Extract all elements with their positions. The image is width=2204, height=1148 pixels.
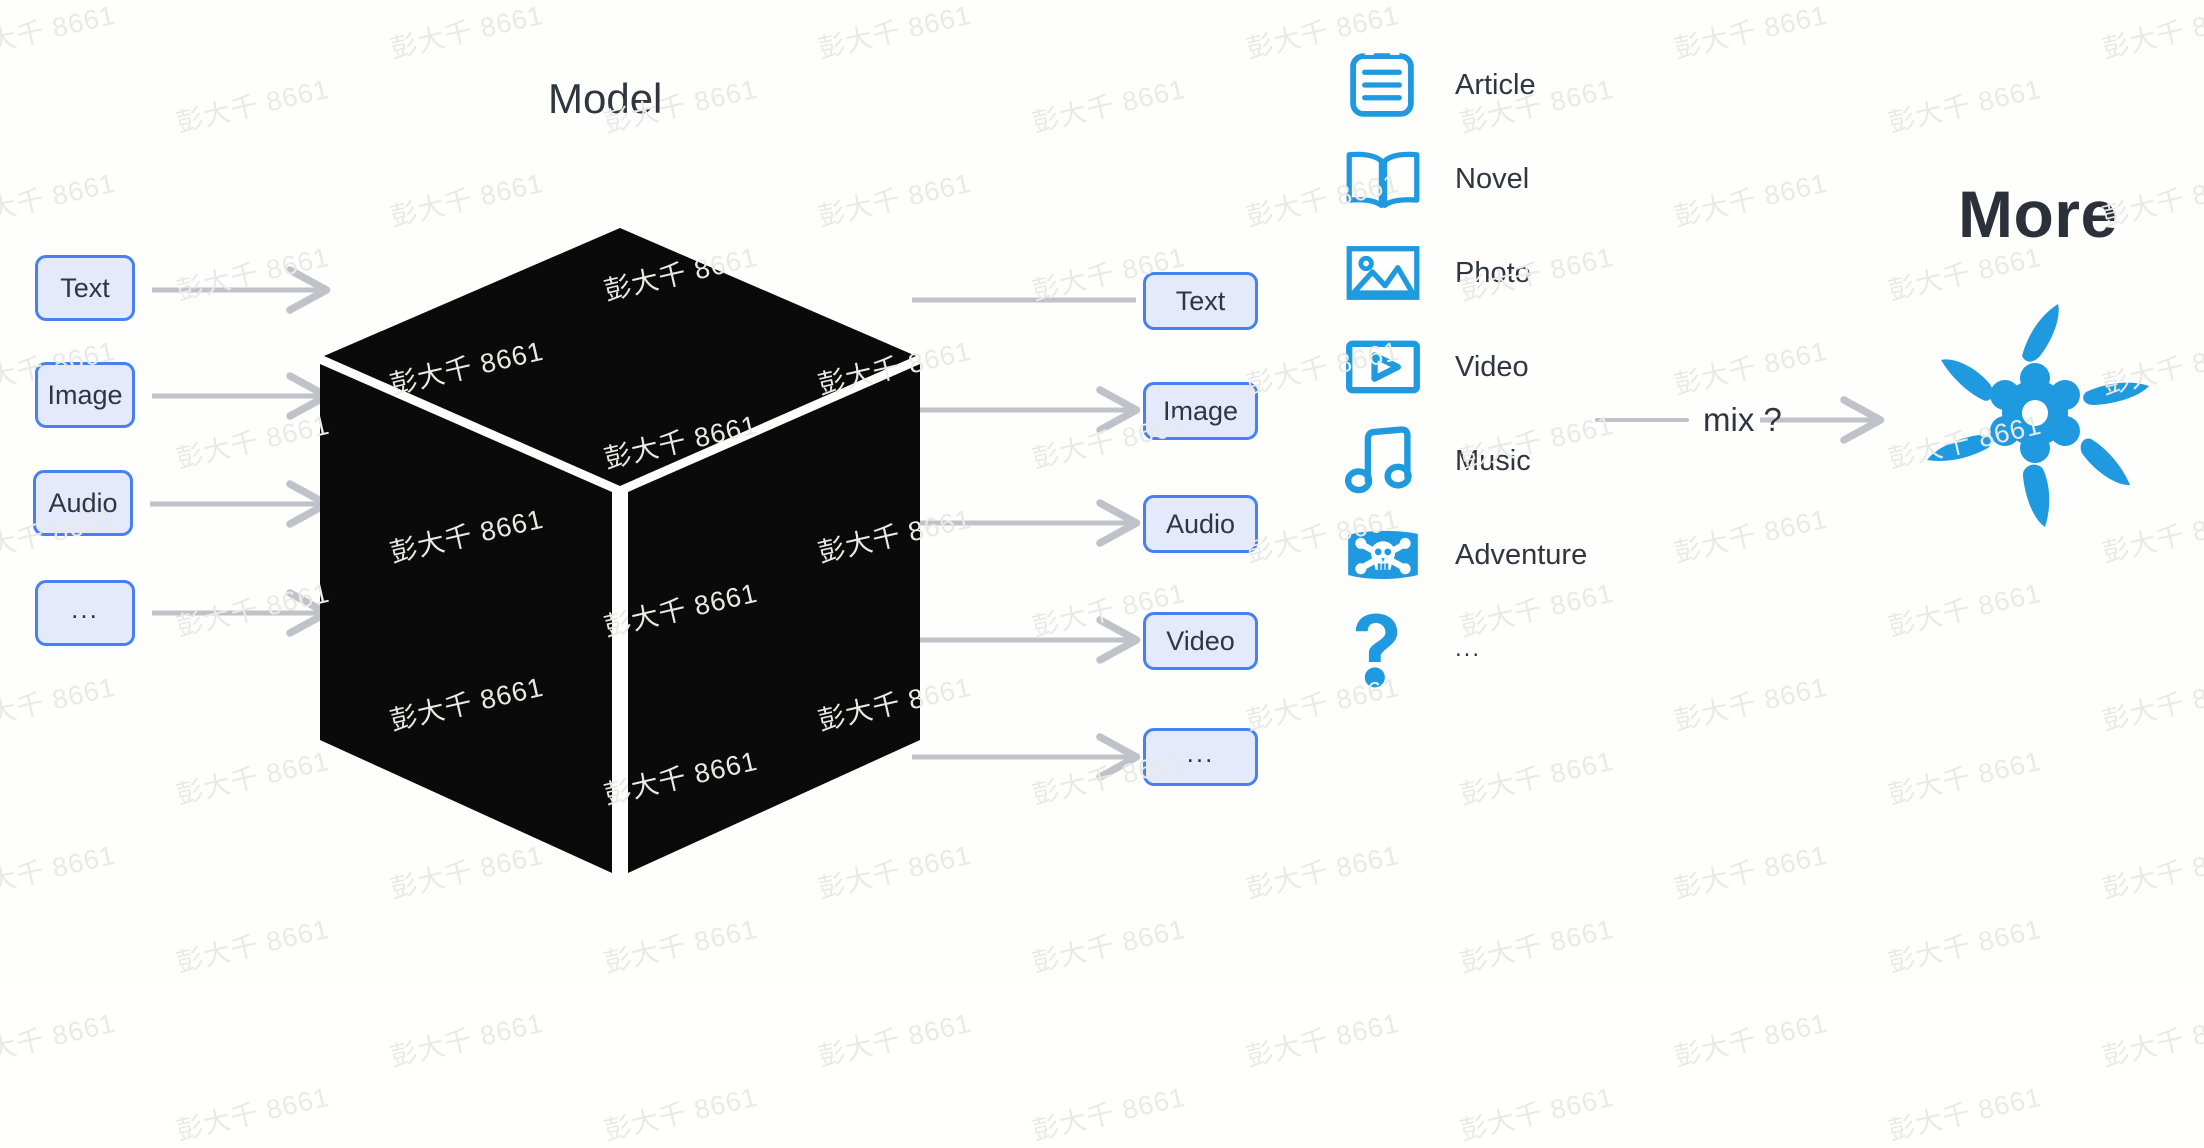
media-row-article[interactable]: Article	[1345, 38, 1765, 132]
pirate-flag-skull-icon	[1345, 512, 1441, 598]
mix-connector: mix ?	[1595, 400, 1796, 440]
model-cube	[320, 228, 920, 873]
picture-mountain-icon	[1345, 230, 1441, 316]
pinwheel-flower-icon	[1910, 288, 2160, 538]
media-label: ...	[1455, 635, 1482, 662]
media-row-photo[interactable]: Photo	[1345, 226, 1765, 320]
watermark-text: 彭大千 8661	[1457, 1081, 1617, 1147]
watermark-text: 彭大千 8661	[1885, 1081, 2045, 1147]
media-label: Adventure	[1455, 538, 1588, 571]
watermark-text: 彭大千 8661	[601, 1081, 761, 1147]
media-type-list: Article Novel Photo Video Music Adventur…	[1345, 38, 1765, 696]
watermark-text: 彭大千 8661	[815, 1007, 975, 1073]
media-label: Photo	[1455, 256, 1531, 289]
watermark-text: 彭大千 8661	[173, 1081, 333, 1147]
question-mark-icon	[1345, 606, 1441, 692]
play-rectangle-icon	[1345, 324, 1441, 410]
watermark-text: 彭大千 8661	[1671, 1007, 1831, 1073]
media-label: Video	[1455, 350, 1529, 383]
media-label: Novel	[1455, 162, 1530, 195]
media-row-novel[interactable]: Novel	[1345, 132, 1765, 226]
media-row-unknown[interactable]: ...	[1345, 602, 1765, 696]
notepad-lines-icon	[1345, 42, 1441, 128]
beamed-notes-icon	[1345, 418, 1441, 504]
media-row-adventure[interactable]: Adventure	[1345, 508, 1765, 602]
diagram-canvas: Model Text Image Audio ... Text Image Au…	[0, 0, 2204, 978]
watermark-text: 彭大千 8661	[0, 1007, 119, 1073]
media-label: Article	[1455, 68, 1536, 101]
watermark-text: 彭大千 8661	[2099, 1007, 2204, 1073]
open-book-icon	[1345, 136, 1441, 222]
mix-left-line	[1595, 418, 1689, 422]
media-label: Music	[1455, 444, 1531, 477]
watermark-text: 彭大千 8661	[387, 1007, 547, 1073]
watermark-text: 彭大千 8661	[1029, 1081, 1189, 1147]
more-title: More	[1958, 177, 2118, 251]
watermark-text: 彭大千 8661	[1243, 1007, 1403, 1073]
mix-label: mix ?	[1703, 401, 1782, 438]
